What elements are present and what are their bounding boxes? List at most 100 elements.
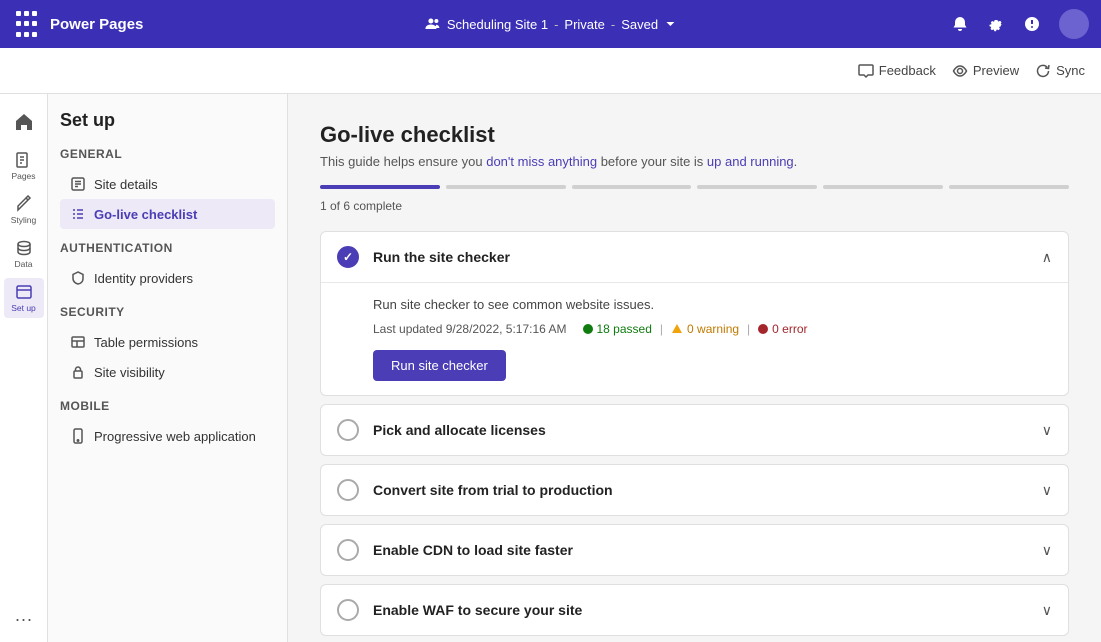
progress-segment-4: [697, 185, 817, 189]
sidebar-item-site-details[interactable]: Site details: [60, 169, 275, 199]
checklist-item-cdn-header[interactable]: Enable CDN to load site faster ∨: [321, 525, 1068, 575]
help-icon[interactable]: [1023, 15, 1041, 33]
sidebar-section-authentication: Authentication: [60, 241, 275, 255]
sync-label: Sync: [1056, 63, 1085, 78]
sidebar-item-styling[interactable]: Styling: [4, 190, 44, 230]
styling-icon: [15, 195, 33, 213]
pages-icon: [15, 151, 33, 169]
checklist-circle-cdn: [337, 539, 359, 561]
sidebar: Set up General Site details Go-live chec…: [48, 94, 288, 642]
checklist-circle-convert: [337, 479, 359, 501]
sidebar-section-general: General: [60, 147, 275, 161]
sidebar-item-setup[interactable]: Set up: [4, 278, 44, 318]
data-icon: [15, 239, 33, 257]
sidebar-item-pwa[interactable]: Progressive web application: [60, 421, 275, 451]
progress-segment-3: [572, 185, 692, 189]
grid-menu-icon[interactable]: [12, 10, 40, 38]
checklist-item-site-checker-header[interactable]: Run the site checker ∧: [321, 232, 1068, 283]
page-subtitle: This guide helps ensure you don't miss a…: [320, 154, 1069, 169]
passed-dot: [583, 324, 593, 334]
checklist-item-waf-header[interactable]: Enable WAF to secure your site ∨: [321, 585, 1068, 635]
meta-error: 0 error: [758, 322, 807, 336]
chevron-down-convert-icon: ∨: [1042, 482, 1052, 499]
checklist-item-title-site-checker: Run the site checker: [373, 249, 1028, 265]
passed-count: 18 passed: [597, 322, 652, 336]
meta-warning: 0 warning: [671, 322, 739, 336]
run-site-checker-button[interactable]: Run site checker: [373, 350, 506, 381]
sidebar-item-pages[interactable]: Pages: [4, 146, 44, 186]
error-count: 0 error: [772, 322, 807, 336]
site-details-label: Site details: [94, 177, 158, 192]
progress-label: 1 of 6 complete: [320, 199, 1069, 213]
meta-date: Last updated 9/28/2022, 5:17:16 AM: [373, 322, 567, 336]
meta-divider2: |: [660, 322, 663, 336]
details-icon: [70, 176, 86, 192]
sync-button[interactable]: Sync: [1035, 63, 1085, 79]
warning-count: 0 warning: [687, 322, 739, 336]
content-area: Go-live checklist This guide helps ensur…: [288, 94, 1101, 642]
main-layout: Pages Styling Data Set up ··· Set up Gen…: [0, 94, 1101, 642]
home-icon: [15, 113, 33, 131]
top-nav-right: [951, 9, 1089, 39]
table-icon: [70, 334, 86, 350]
setup-label: Set up: [11, 303, 36, 313]
site-checker-description: Run site checker to see common website i…: [373, 297, 1052, 312]
sidebar-section-mobile: Mobile: [60, 399, 275, 413]
mobile-icon: [70, 428, 86, 444]
subtitle-link2[interactable]: up and running: [707, 154, 794, 169]
checklist-item-site-checker-body: Run site checker to see common website i…: [321, 283, 1068, 395]
meta-divider3: |: [747, 322, 750, 336]
sidebar-item-data[interactable]: Data: [4, 234, 44, 274]
sidebar-item-site-visibility[interactable]: Site visibility: [60, 357, 275, 387]
preview-button[interactable]: Preview: [952, 63, 1019, 79]
progress-segment-6: [949, 185, 1069, 189]
data-label: Data: [15, 259, 33, 269]
preview-icon: [952, 63, 968, 79]
site-checker-meta: Last updated 9/28/2022, 5:17:16 AM 18 pa…: [373, 322, 1052, 336]
progress-segment-1: [320, 185, 440, 189]
sidebar-item-identity-providers[interactable]: Identity providers: [60, 263, 275, 293]
chevron-up-icon: ∧: [1042, 249, 1052, 266]
checklist-item-title-licenses: Pick and allocate licenses: [373, 422, 1028, 438]
preview-label: Preview: [973, 63, 1019, 78]
sidebar-item-go-live[interactable]: Go-live checklist: [60, 199, 275, 229]
feedback-button[interactable]: Feedback: [858, 63, 936, 79]
checklist-item-waf: Enable WAF to secure your site ∨: [320, 584, 1069, 636]
chevron-down-icon[interactable]: [664, 18, 676, 30]
subtitle-link1[interactable]: don't miss anything: [486, 154, 597, 169]
more-options-icon[interactable]: ···: [15, 609, 33, 630]
meta-passed: 18 passed: [583, 322, 652, 336]
chevron-down-cdn-icon: ∨: [1042, 542, 1052, 559]
subtitle-plain: This guide helps ensure you: [320, 154, 486, 169]
checklist-item-convert-header[interactable]: Convert site from trial to production ∨: [321, 465, 1068, 515]
feedback-icon: [858, 63, 874, 79]
chevron-down-licenses-icon: ∨: [1042, 422, 1052, 439]
user-avatar[interactable]: [1059, 9, 1089, 39]
top-nav-center: Scheduling Site 1 - Private - Saved: [425, 16, 676, 32]
pwa-label: Progressive web application: [94, 429, 256, 444]
go-live-label: Go-live checklist: [94, 207, 197, 222]
styling-label: Styling: [11, 215, 37, 225]
sidebar-section-security: Security: [60, 305, 275, 319]
shield-icon: [70, 270, 86, 286]
checklist-item-title-waf: Enable WAF to secure your site: [373, 602, 1028, 618]
progress-bar: [320, 185, 1069, 189]
site-separator2: -: [611, 17, 615, 32]
subtitle-mid: before your site is: [597, 154, 707, 169]
sidebar-item-table-permissions[interactable]: Table permissions: [60, 327, 275, 357]
setup-icon: [15, 283, 33, 301]
identity-providers-label: Identity providers: [94, 271, 193, 286]
checklist-item-licenses: Pick and allocate licenses ∨: [320, 404, 1069, 456]
checklist-item-site-checker: Run the site checker ∧ Run site checker …: [320, 231, 1069, 396]
notification-icon[interactable]: [951, 15, 969, 33]
settings-icon[interactable]: [987, 15, 1005, 33]
pages-label: Pages: [11, 171, 35, 181]
site-status: Saved: [621, 17, 658, 32]
toolbar-actions: Feedback Preview Sync: [858, 63, 1085, 79]
sync-icon: [1035, 63, 1051, 79]
checklist-icon: [70, 206, 86, 222]
site-visibility: Private: [564, 17, 604, 32]
sidebar-item-home[interactable]: [4, 102, 44, 142]
checklist-circle-done: [337, 246, 359, 268]
checklist-item-licenses-header[interactable]: Pick and allocate licenses ∨: [321, 405, 1068, 455]
